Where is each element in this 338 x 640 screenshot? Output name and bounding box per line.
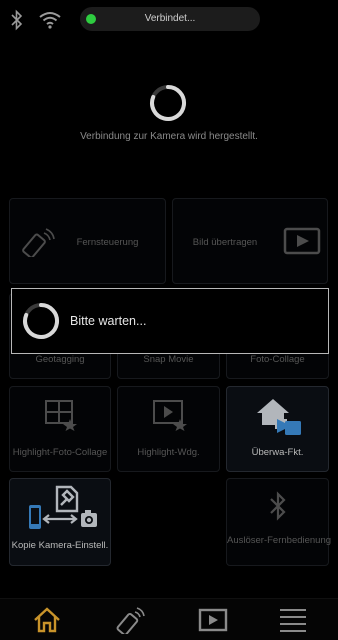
remote-icon — [116, 607, 145, 634]
tile-highlight-collage[interactable]: Highlight-Foto-Collage — [9, 386, 111, 472]
bluetooth-icon — [11, 9, 23, 31]
tile-remote-control-label: Fernsteuerung — [76, 237, 139, 248]
tile-copy-camera-settings-label: Kopie Kamera-Einstell. — [11, 540, 109, 551]
tile-monitoring-label: Überwa-Fkt. — [251, 447, 304, 458]
wifi-icon — [39, 12, 61, 29]
nav-remote[interactable] — [88, 599, 172, 640]
tile-highlight-playback[interactable]: Highlight-Wdg. — [117, 386, 220, 472]
menu-icon — [280, 609, 306, 632]
highlight-collage-icon — [45, 400, 77, 431]
tile-geotagging-label: Geotagging — [35, 354, 85, 365]
play-icon — [283, 227, 321, 255]
please-wait-message: Bitte warten... — [70, 314, 147, 328]
home-monitor-icon — [257, 399, 301, 435]
bottom-navigation — [0, 598, 338, 640]
tile-remote-control[interactable]: Fernsteuerung — [9, 198, 166, 284]
play-icon — [198, 608, 228, 632]
tile-snap-movie-label: Snap Movie — [143, 354, 194, 365]
tile-copy-camera-settings[interactable]: Kopie Kamera-Einstell. — [9, 478, 111, 566]
tile-shutter-remote-label: Auslöser-Fernbedienung — [227, 535, 332, 546]
connecting-message: Verbindung zur Kamera wird hergestellt. — [80, 131, 258, 142]
tile-image-transfer-label: Bild übertragen — [192, 237, 258, 248]
tile-image-transfer[interactable]: Bild übertragen — [172, 198, 328, 284]
please-wait-dialog: Bitte warten... — [11, 288, 329, 354]
nav-menu[interactable] — [250, 599, 334, 640]
loading-spinner — [23, 303, 60, 339]
tile-monitoring[interactable]: Überwa-Fkt. — [226, 386, 329, 472]
highlight-play-icon — [153, 400, 187, 431]
tile-highlight-collage-label: Highlight-Foto-Collage — [12, 447, 108, 458]
connection-status-label: Verbindet... — [144, 13, 196, 24]
nav-home[interactable] — [4, 599, 88, 640]
tile-photo-collage-label: Foto-Collage — [250, 354, 305, 365]
tile-shutter-remote[interactable]: Auslöser-Fernbedienung — [226, 478, 332, 566]
copy-settings-icon — [29, 485, 97, 529]
loading-spinner — [150, 85, 187, 121]
bluetooth-icon — [270, 491, 286, 521]
nav-playback[interactable] — [170, 599, 254, 640]
home-icon — [34, 607, 60, 633]
tile-highlight-playback-label: Highlight-Wdg. — [137, 447, 200, 458]
status-bar: Verbindet... — [0, 0, 338, 38]
connection-status-pill: Verbindet... — [80, 7, 260, 31]
